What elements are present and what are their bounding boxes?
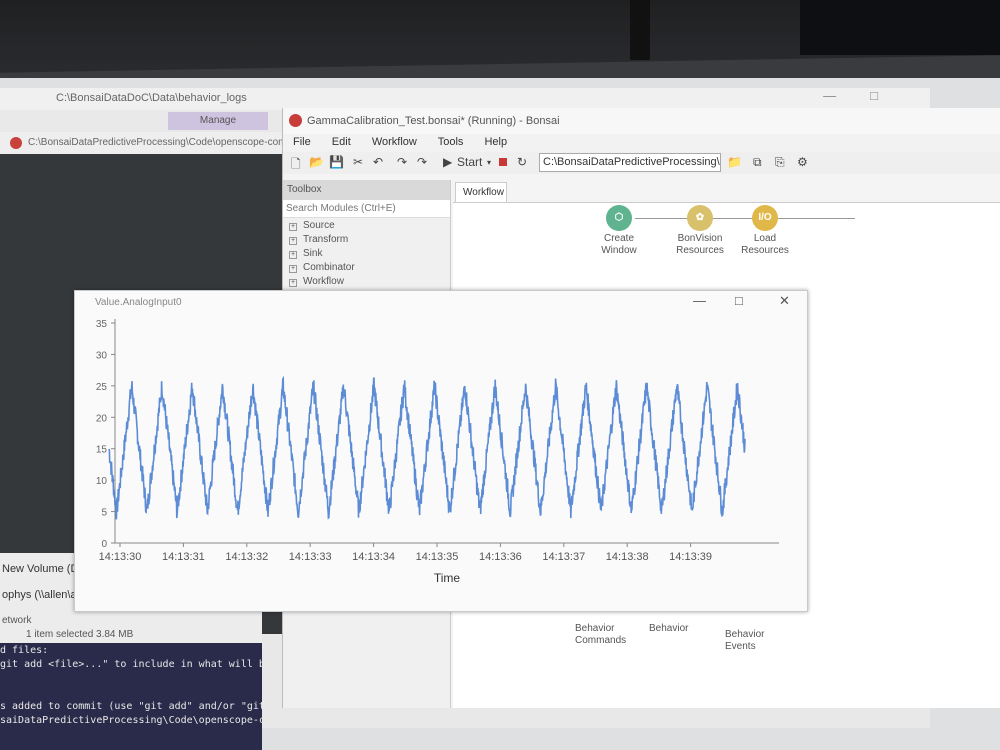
expand-icon[interactable]: + (289, 279, 297, 287)
chart-window: Value.AnalogInput0 — □ ✕ 0 5 10 15 20 25 30 35 1… (74, 290, 808, 612)
background-monitor (800, 0, 1000, 55)
y-tick-label: 35 (96, 319, 108, 330)
restart-icon[interactable]: ↻ (517, 155, 527, 169)
network-item[interactable]: etwork (2, 615, 31, 626)
y-tick-label: 5 (101, 508, 107, 519)
terminal-panel: d files: git add <file>..." to include i… (0, 643, 271, 750)
node-icon: I/O (752, 205, 778, 231)
expand-icon[interactable]: + (289, 223, 297, 231)
node-bonvision-resources[interactable]: ✿ BonVision Resources (670, 205, 730, 257)
path-field[interactable]: C:\BonsaiDataPredictiveProcessing\C (539, 153, 721, 172)
bonsai-logo-icon (289, 114, 302, 127)
menu-tools[interactable]: Tools (438, 136, 464, 148)
node-behavior-events[interactable]: Behavior Events (725, 629, 785, 653)
monitor-edge (630, 0, 650, 60)
new-file-icon[interactable]: 🗋 (291, 155, 301, 176)
chevron-down-icon[interactable]: ▾ (487, 158, 491, 167)
bonsai-title: GammaCalibration_Test.bonsai* (Running) … (307, 115, 560, 127)
network-share-item[interactable]: ophys (\\allen\a (2, 589, 77, 601)
series-line (108, 375, 746, 520)
start-button[interactable]: Start (457, 155, 482, 169)
save-icon[interactable]: 💾 (329, 155, 344, 169)
node-icon: ⬡ (606, 205, 632, 231)
vscode-title-text: C:\BonsaiDataPredictiveProcessing\Code\o… (28, 137, 295, 148)
terminal-line: d files: (0, 645, 49, 656)
x-tick-label: 14:13:30 (99, 551, 142, 563)
y-tick-label: 30 (96, 350, 108, 361)
menu-bar: File Edit Workflow Tools Help (283, 134, 1000, 152)
expand-icon[interactable]: + (289, 265, 297, 273)
y-tick-label: 15 (96, 445, 108, 456)
node-load-resources[interactable]: I/O Load Resources (735, 205, 795, 257)
manage-tab[interactable]: Manage (168, 112, 268, 130)
redo-icon[interactable]: ↷ (397, 155, 407, 169)
toolbox-item-workflow[interactable]: + Workflow (283, 274, 450, 288)
x-tick-label: 14:13:37 (542, 551, 585, 563)
expand-icon[interactable]: + (289, 237, 297, 245)
cut-icon[interactable]: ✂ (353, 155, 363, 169)
menu-help[interactable]: Help (484, 136, 507, 148)
terminal-line: saiDataPredictiveProcessing\Code\opensco… (0, 715, 265, 726)
x-tick-label: 14:13:34 (352, 551, 395, 563)
tab-workflow[interactable]: Workflow (455, 182, 507, 202)
menu-file[interactable]: File (293, 136, 311, 148)
redo-icon-2[interactable]: ↷ (417, 155, 427, 169)
toolbox-item-combinator[interactable]: + Combinator (283, 260, 450, 274)
x-tick-label: 14:13:33 (289, 551, 332, 563)
line-chart: 0 5 10 15 20 25 30 35 14:13:30 14:13:31 14:13:32 14… (96, 319, 779, 585)
toolbox-item-sink[interactable]: + Sink (283, 246, 450, 260)
explorer-window-controls[interactable]: —□ (823, 88, 912, 103)
x-tick-label: 14:13:32 (225, 551, 268, 563)
terminal-line: s added to commit (use "git add" and/or … (0, 701, 265, 712)
node-create-window[interactable]: ⬡ Create Window (589, 205, 649, 257)
vscode-titlebar: C:\BonsaiDataPredictiveProcessing\Code\o… (0, 132, 300, 154)
toolbar: 🗋 📂 💾 ✂ ↶ ↷ ↷ ▶ Start ▾ ↻ C:\BonsaiDataP… (283, 152, 1000, 174)
menu-edit[interactable]: Edit (332, 136, 351, 148)
terminal-line: git add <file>..." to include in what wi… (0, 659, 271, 670)
x-axis-label: Time (434, 571, 461, 585)
x-tick-label: 14:13:31 (162, 551, 205, 563)
y-tick-label: 10 (96, 476, 108, 487)
x-tick-label: 14:13:35 (416, 551, 459, 563)
y-tick-label: 25 (96, 382, 108, 393)
x-tick-label: 14:13:38 (606, 551, 649, 563)
app-logo-icon (10, 137, 22, 149)
x-tick-label: 14:13:39 (669, 551, 712, 563)
nuget-icon[interactable]: ⚙ (797, 155, 808, 169)
open-file-icon[interactable]: 📂 (309, 155, 324, 169)
browse-folder-icon[interactable]: 📁 (727, 155, 742, 169)
status-bar-text: 1 item selected 3.84 MB (26, 629, 134, 640)
node-icon: ✿ (687, 205, 713, 231)
y-tick-label: 20 (96, 413, 108, 424)
undo-icon[interactable]: ↶ (373, 155, 383, 169)
export-icon[interactable]: ⧉ (753, 155, 762, 170)
copy-icon[interactable]: ⎘ (775, 155, 785, 170)
menu-workflow[interactable]: Workflow (372, 136, 417, 148)
x-tick-label: 14:13:36 (479, 551, 522, 563)
expand-icon[interactable]: + (289, 251, 297, 259)
explorer-path: C:\BonsaiDataDoC\Data\behavior_logs (0, 88, 930, 110)
node-behavior-commands[interactable]: Behavior Commands (575, 623, 635, 647)
toolbox-header: Toolbox (283, 180, 450, 200)
search-modules-input[interactable]: Search Modules (Ctrl+E) (283, 200, 450, 218)
stop-icon[interactable] (499, 158, 507, 166)
toolbox-item-transform[interactable]: + Transform (283, 232, 450, 246)
drive-item[interactable]: New Volume (D: (2, 563, 81, 575)
node-behavior[interactable]: Behavior (649, 623, 709, 635)
y-tick-label: 0 (101, 539, 107, 550)
play-icon[interactable]: ▶ (443, 155, 452, 169)
toolbox-item-source[interactable]: + Source (283, 218, 450, 232)
bonsai-titlebar: GammaCalibration_Test.bonsai* (Running) … (283, 108, 1000, 134)
